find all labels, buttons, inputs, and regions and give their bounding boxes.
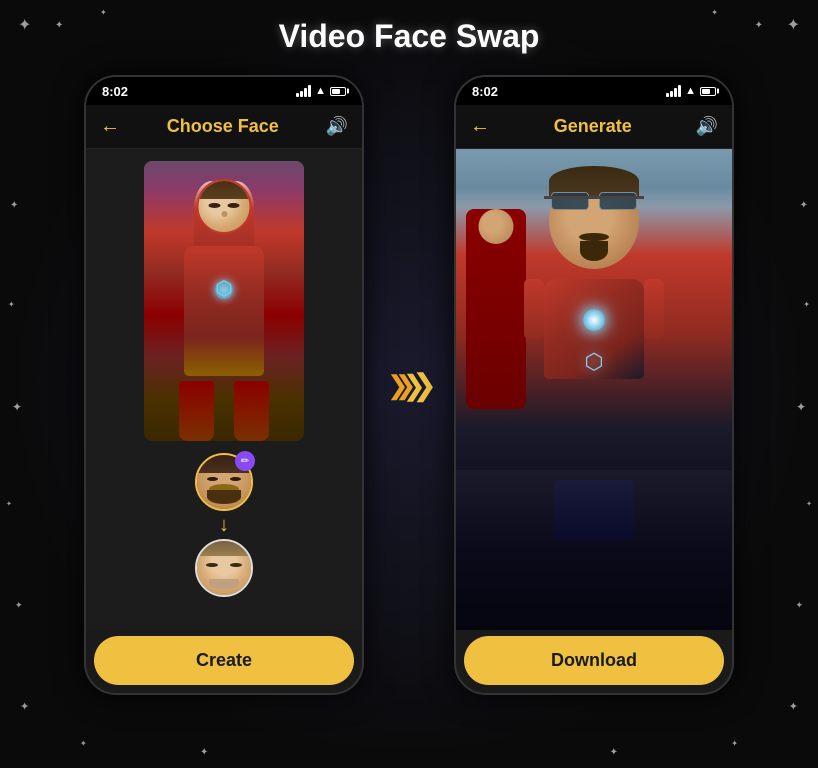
right-battery-icon [700,87,716,96]
left-status-icons: ▲ [296,85,346,97]
glasses-left-lens [551,192,589,210]
glasses-right-lens [599,192,637,210]
star-decoration: ✦ [80,739,87,748]
left-app-header: ← Choose Face 🔊 [86,105,362,149]
rdj-goatee [580,241,608,261]
left-video-frame [144,161,304,441]
face-swap-section: ✏ ↓ [195,453,253,597]
star-decoration: ✦ [610,747,618,758]
armor-leg-right [234,381,269,441]
rdj-mustache [579,233,609,241]
armor-body [184,246,264,376]
left-shoulder [524,279,544,339]
left-phone: 8:02 ▲ ← Choose Face 🔊 [84,75,364,695]
right-status-time: 8:02 [472,84,498,99]
target-face-image [197,541,251,595]
hip-armor [554,480,634,540]
arc-reactor [583,309,605,331]
left-status-time: 8:02 [102,84,128,99]
chest-plate [544,279,644,379]
armor-leg-left [179,381,214,441]
target-face-circle[interactable] [195,539,253,597]
right-video-preview [456,149,732,630]
right-signal-icon [666,85,681,97]
signal-icon [296,85,311,97]
left-header-title: Choose Face [167,116,279,137]
star-decoration: ✦ [731,739,738,748]
swapped-face-preview [197,179,252,234]
phones-container: 8:02 ▲ ← Choose Face 🔊 [0,65,818,705]
right-wifi-icon: ▲ [685,85,696,97]
bg-face [479,209,514,244]
rdj-face [549,174,639,269]
right-back-button[interactable]: ← [470,115,490,138]
edit-face-icon[interactable]: ✏ [235,451,255,471]
wifi-icon: ▲ [315,85,326,97]
right-shoulder [644,279,664,339]
battery-icon [330,87,346,96]
left-phone-content: ✏ ↓ [86,149,362,630]
right-app-header: ← Generate 🔊 [456,105,732,149]
right-status-bar: 8:02 ▲ [456,77,732,105]
right-video-frame [456,149,732,630]
rdj-armor [539,279,649,429]
left-back-button[interactable]: ← [100,115,120,138]
bg-character-robe [466,209,526,409]
right-phone-content [456,149,732,630]
glasses-bridge [544,196,644,199]
right-status-icons: ▲ [666,85,716,97]
right-phone: 8:02 ▲ ← Generate 🔊 [454,75,734,695]
lower-body-armor [456,470,732,630]
right-header-title: Generate [554,116,632,137]
download-button[interactable]: Download [464,636,724,685]
star-decoration: ✦ [200,747,208,758]
create-button[interactable]: Create [94,636,354,685]
down-arrow-icon: ↓ [219,515,229,535]
between-arrow: ❯ ❯ ❯ ❯ [364,368,454,403]
source-face-container: ✏ [195,453,253,511]
right-sound-button[interactable]: 🔊 [696,116,718,137]
left-status-bar: 8:02 ▲ [86,77,362,105]
page-title: Video Face Swap [0,0,818,65]
arrow-chevron-4: ❯ [412,368,431,403]
left-sound-button[interactable]: 🔊 [326,116,348,137]
left-video-preview [144,161,304,441]
